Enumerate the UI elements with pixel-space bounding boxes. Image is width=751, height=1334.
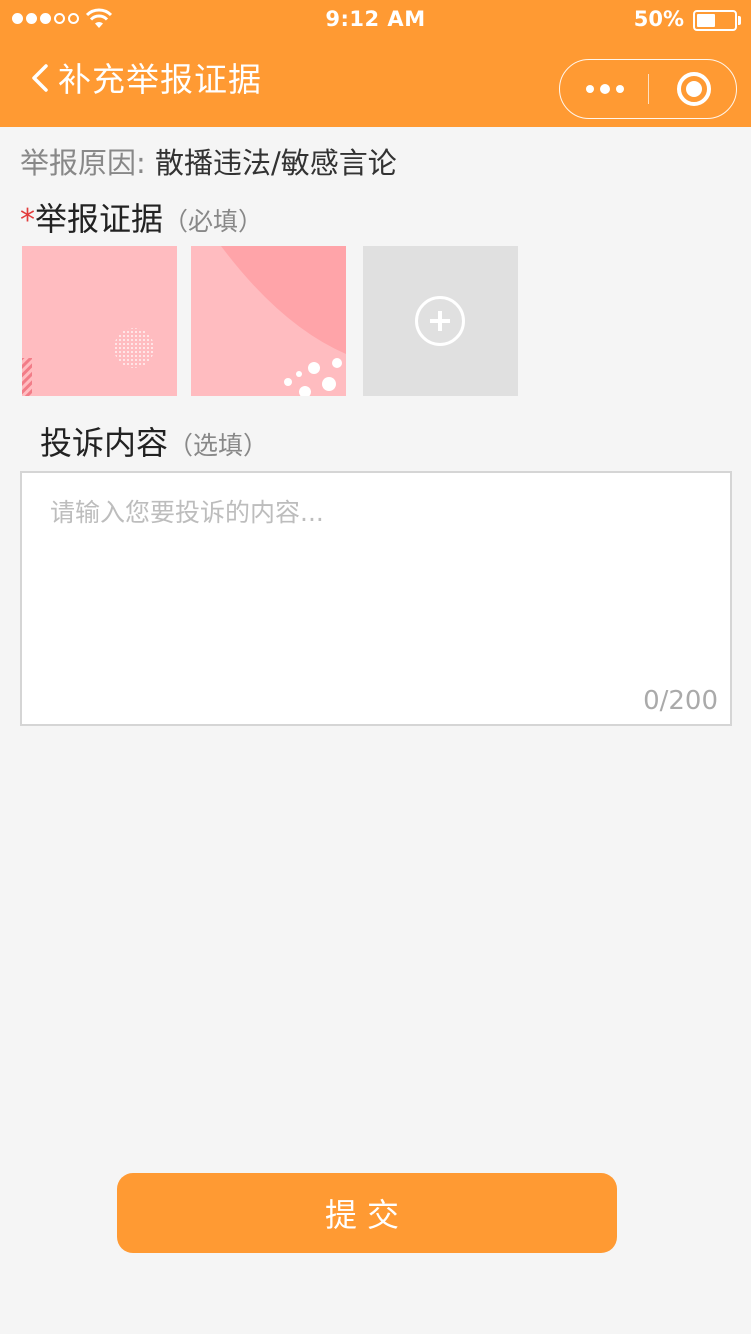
complaint-heading: 投诉内容（选填）	[40, 418, 268, 464]
submit-button[interactable]: 提交	[117, 1173, 617, 1253]
complaint-hint: （选填）	[168, 431, 269, 460]
mini-program-capsule	[559, 59, 737, 119]
add-image-button[interactable]	[363, 246, 518, 396]
header: 9:12 AM 50% 补充举报证据	[0, 0, 751, 127]
reason-label: 举报原因:	[20, 146, 146, 180]
evidence-image-pattern	[221, 246, 346, 396]
circle-target-center	[686, 81, 702, 97]
complaint-title: 投诉内容	[40, 424, 169, 462]
evidence-image-pattern	[22, 328, 154, 396]
status-bar: 9:12 AM 50%	[0, 0, 751, 40]
char-counter: 0/200	[643, 686, 718, 716]
more-dots-icon	[600, 84, 610, 94]
complaint-box: 0/200	[20, 471, 732, 726]
chevron-left-icon[interactable]	[28, 58, 52, 98]
plus-circle-icon	[415, 296, 465, 346]
battery-nub	[738, 16, 741, 25]
more-dots-icon	[586, 85, 594, 93]
evidence-image[interactable]	[191, 246, 346, 396]
required-mark: *	[20, 203, 35, 238]
close-button[interactable]	[649, 60, 737, 118]
evidence-image[interactable]	[22, 246, 177, 396]
report-reason: 举报原因: 散播违法/敏感言论	[20, 140, 397, 182]
page-title: 补充举报证据	[58, 60, 262, 99]
nav-bar: 补充举报证据	[0, 40, 751, 127]
reason-value: 散播违法/敏感言论	[155, 146, 397, 180]
complaint-textarea[interactable]	[22, 473, 730, 724]
evidence-heading: *举报证据（必填）	[20, 194, 263, 240]
evidence-title: 举报证据	[35, 200, 164, 238]
more-button[interactable]	[560, 60, 648, 118]
report-evidence-page: 9:12 AM 50% 补充举报证据 举报原因: 散播违法/敏感言论 *举报证据…	[0, 0, 751, 1334]
plus-bar	[438, 311, 442, 331]
more-dots-icon	[616, 85, 624, 93]
battery-icon	[693, 10, 737, 31]
battery-level	[697, 14, 715, 27]
battery-percent: 50%	[633, 7, 684, 31]
evidence-hint: （必填）	[163, 207, 264, 236]
